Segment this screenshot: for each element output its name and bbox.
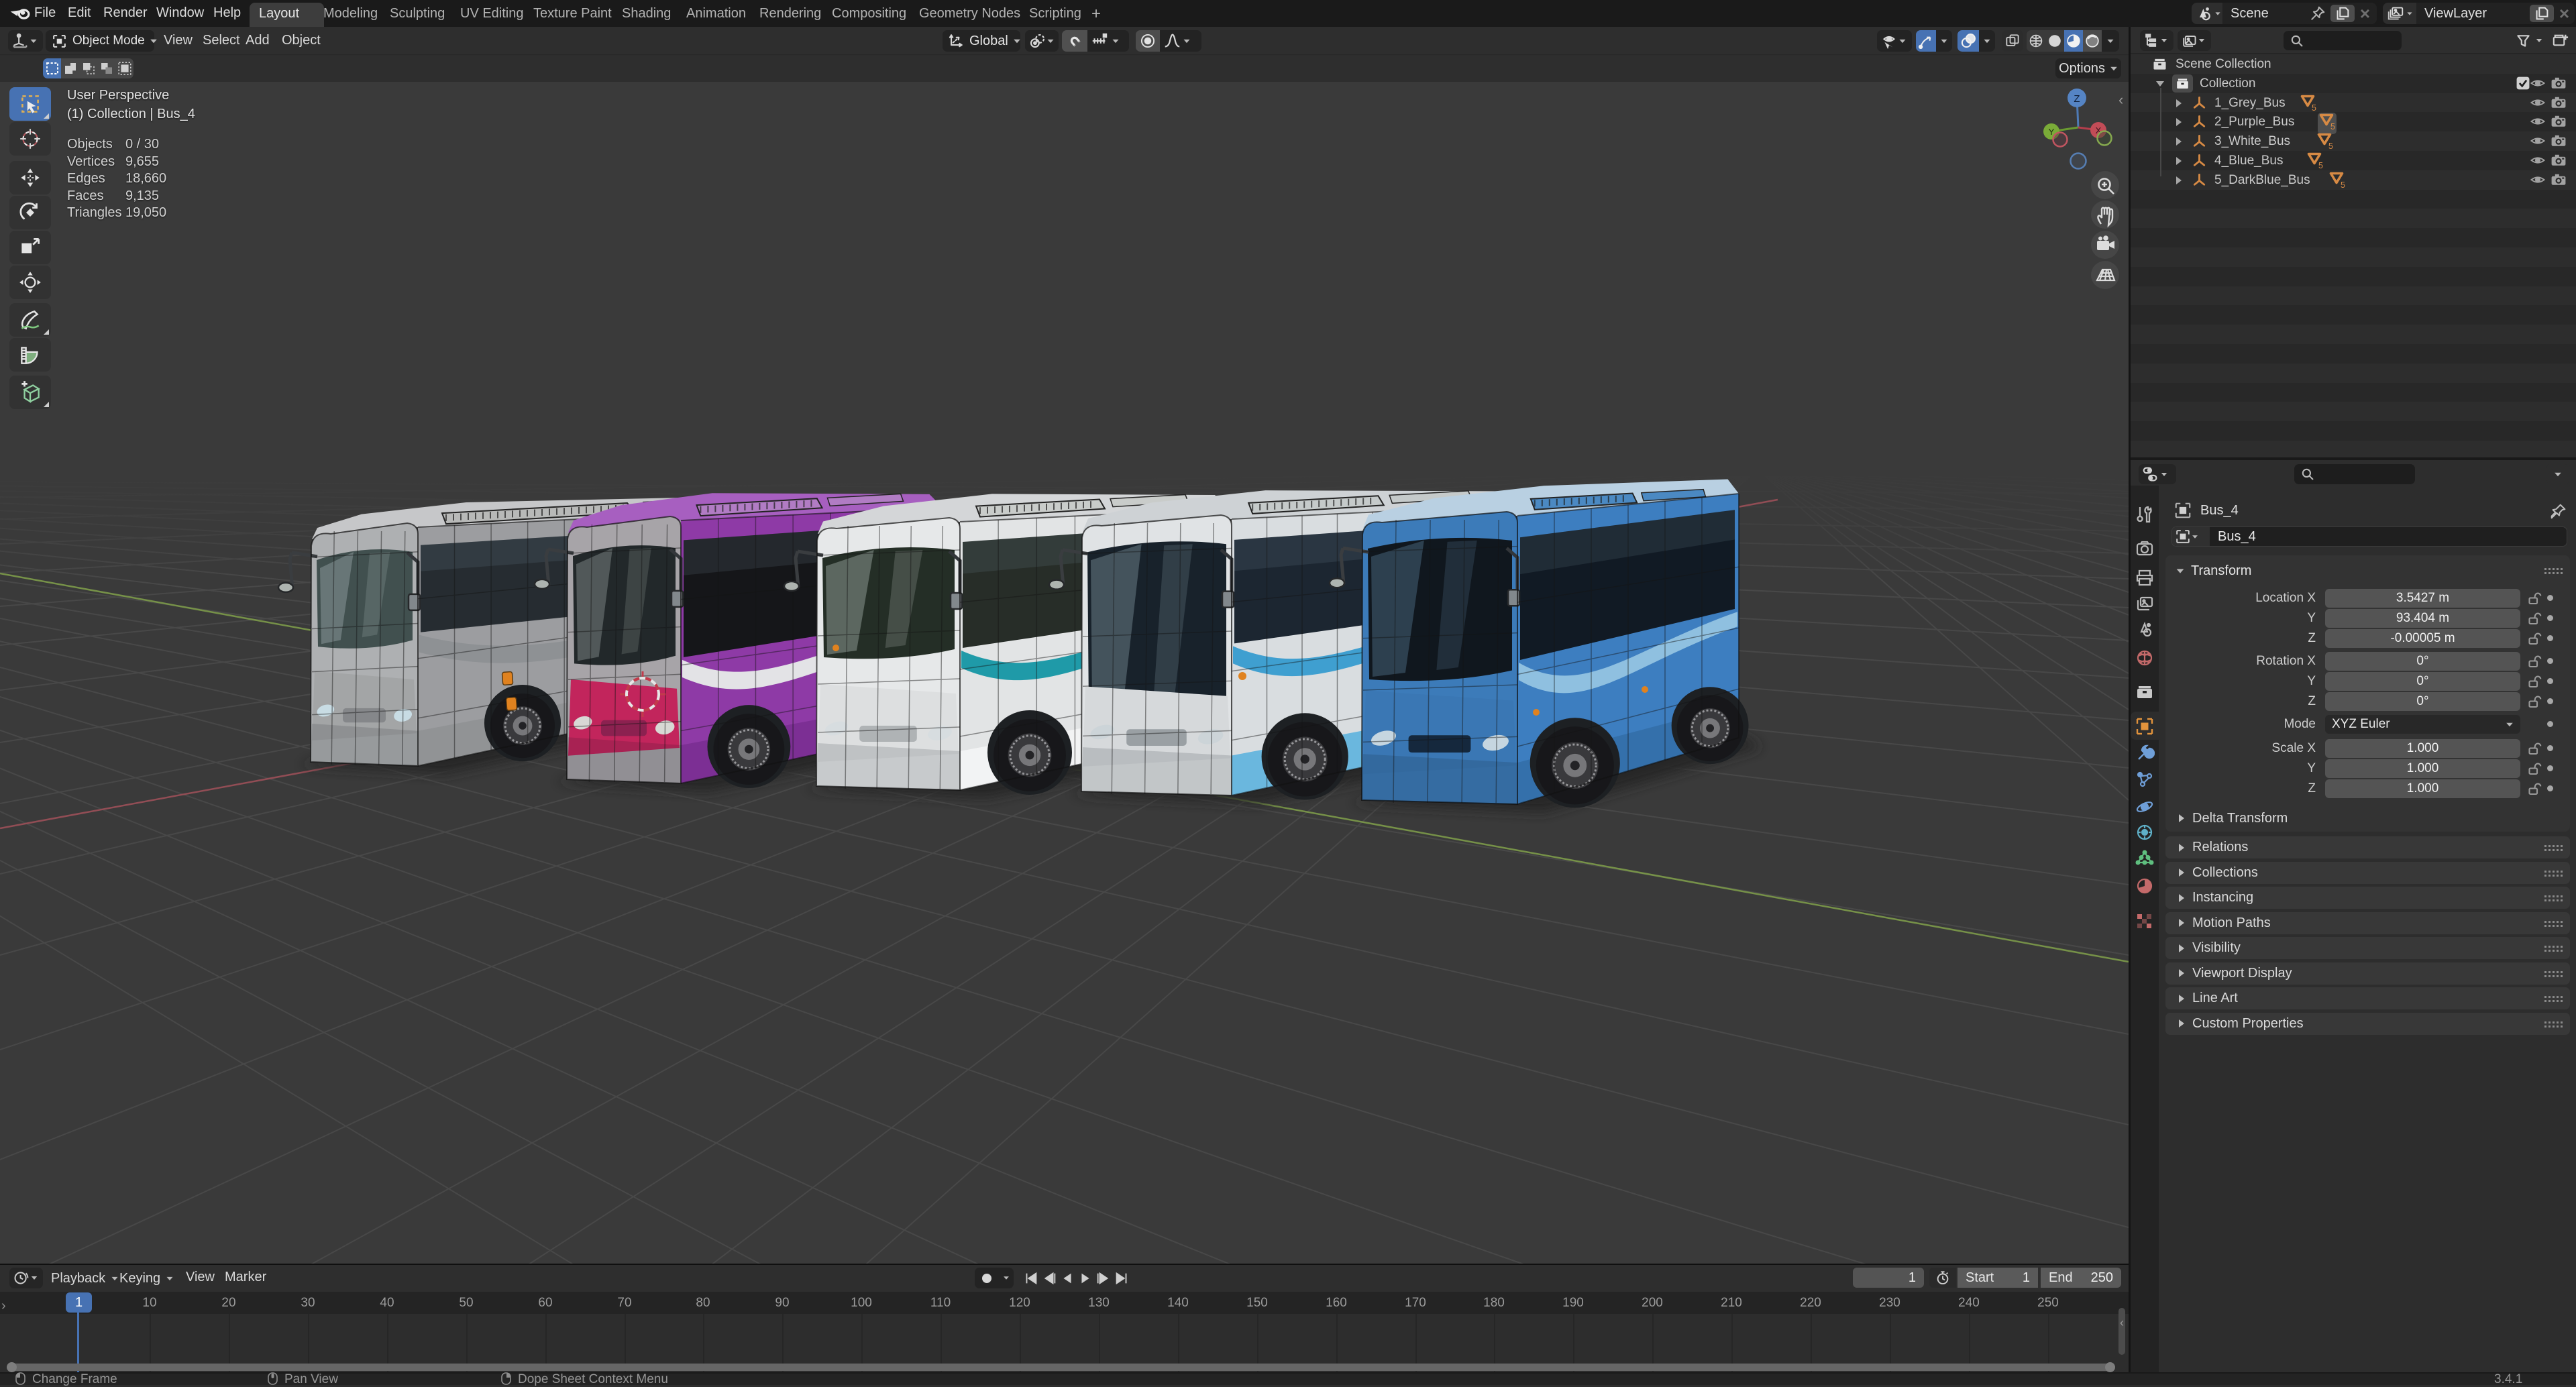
svg-text:Z: Z [2074,93,2080,105]
svg-text:5: 5 [2328,142,2333,150]
svg-text:5: 5 [2330,122,2335,131]
svg-text:5: 5 [2341,180,2345,189]
svg-text:5: 5 [2312,103,2316,112]
svg-text:5: 5 [2318,161,2323,170]
